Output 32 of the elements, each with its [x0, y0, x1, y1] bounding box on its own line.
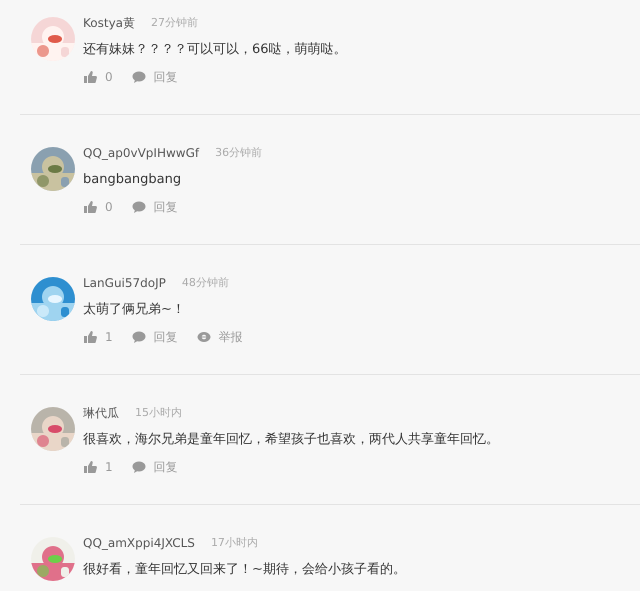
comment-text: bangbangbang	[83, 171, 182, 189]
comment-text: 很好看，童年回忆又回来了！~期待，会给小孩子看的。	[83, 561, 406, 579]
comment-text: 太萌了俩兄弟~！	[83, 301, 186, 319]
username[interactable]: QQ_ap0vVpIHwwGf	[83, 143, 200, 163]
username[interactable]: 琳代瓜	[83, 403, 119, 423]
like-button[interactable]: 0	[83, 67, 113, 87]
report-button[interactable]: 举报	[196, 327, 243, 347]
speech-bubble-icon	[132, 330, 146, 344]
reply-button[interactable]: 回复	[132, 457, 178, 477]
username[interactable]: QQ_amXppi4JXCLS	[83, 533, 195, 553]
timestamp: 17小时内	[210, 535, 258, 551]
comment-text: 很喜欢，海尔兄弟是童年回忆，希望孩子也喜欢，两代人共享童年回忆。	[83, 431, 499, 449]
timestamp: 36分钟前	[215, 145, 262, 161]
reply-button[interactable]: 回复	[132, 327, 178, 347]
like-button[interactable]: 1	[83, 327, 113, 347]
timestamp: 15小时内	[135, 405, 182, 421]
thumb-up-icon	[83, 70, 97, 84]
speech-bubble-icon	[132, 200, 146, 214]
like-button[interactable]: 0	[83, 197, 113, 217]
reply-button[interactable]: 回复	[132, 67, 178, 87]
username[interactable]: Kostya黄	[83, 13, 136, 33]
timestamp: 27分钟前	[151, 15, 198, 31]
thumb-up-icon	[83, 200, 97, 214]
speech-bubble-icon	[132, 70, 146, 84]
comment-text: 还有妹妹？？？？可以可以，66哒，萌萌哒。	[83, 41, 347, 59]
thumb-up-icon	[83, 330, 97, 344]
reply-button[interactable]: 回复	[132, 197, 178, 217]
speech-bubble-icon	[132, 460, 146, 474]
thumb-up-icon	[83, 460, 97, 474]
timestamp: 48分钟前	[182, 275, 229, 291]
like-button[interactable]: 1	[83, 457, 113, 477]
username[interactable]: LanGui57doJP	[83, 273, 166, 293]
